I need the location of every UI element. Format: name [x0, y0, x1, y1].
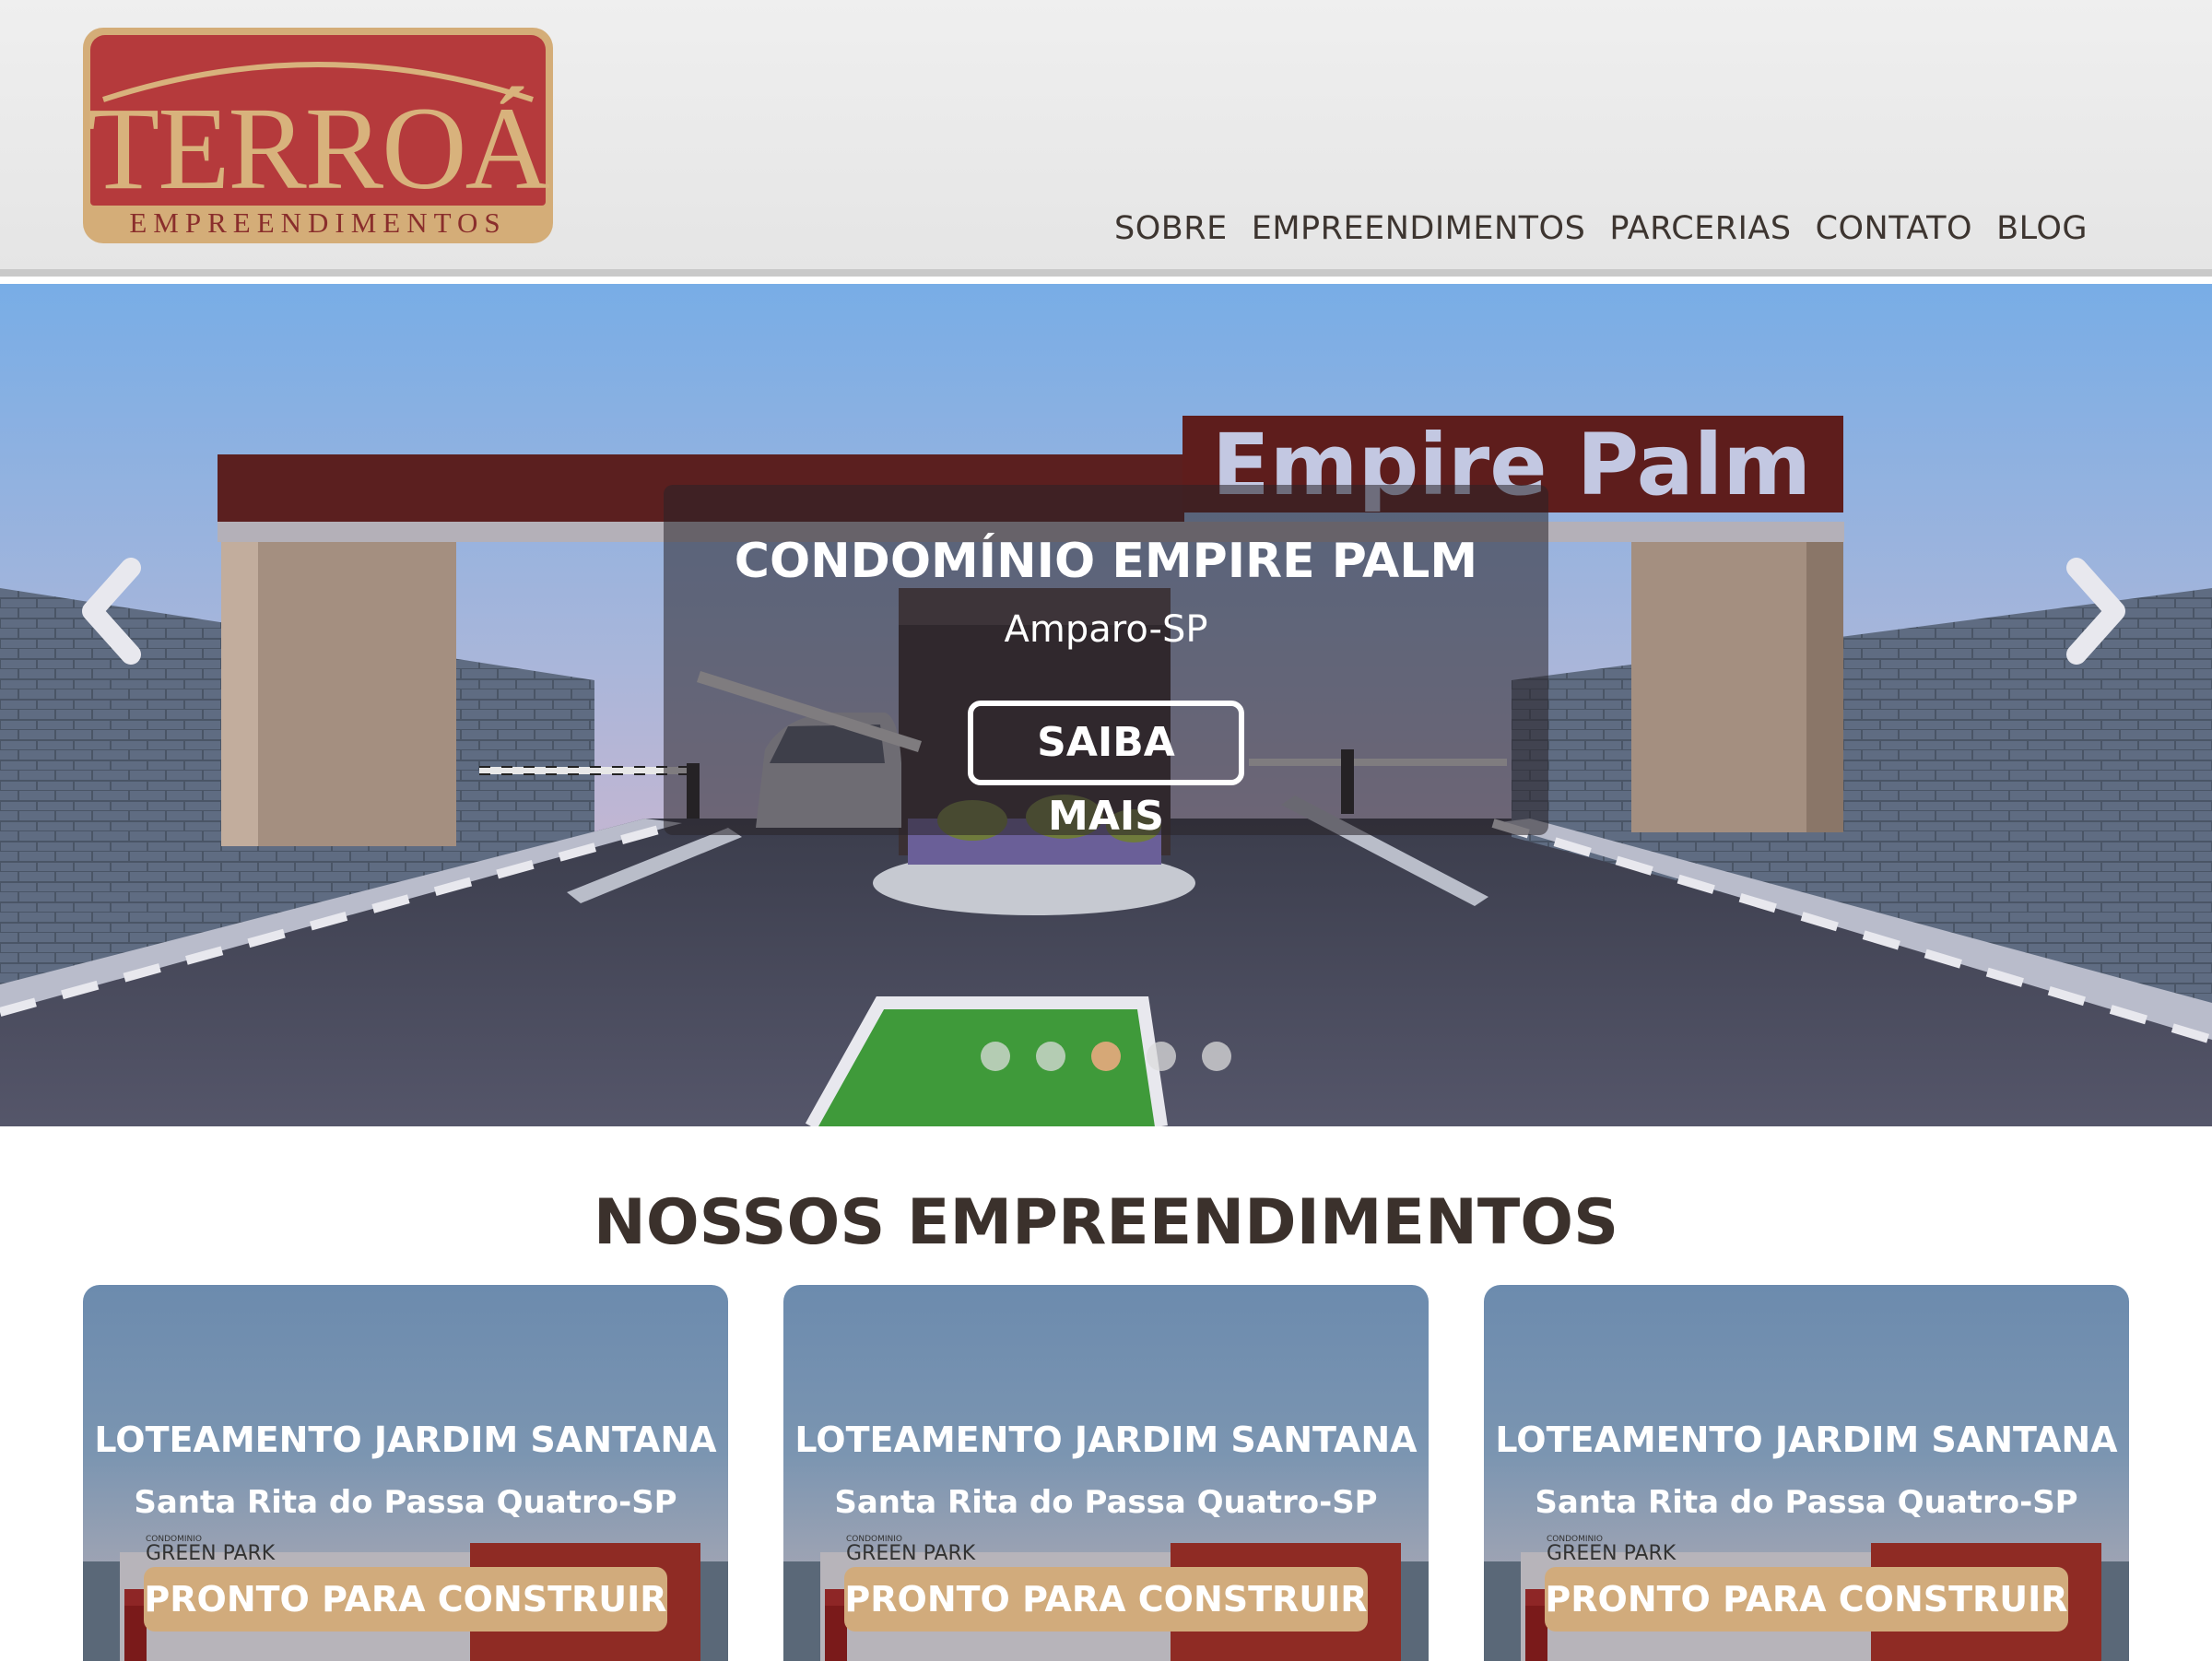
project-card-3[interactable]: CONDOMINIO GREEN PARK LOTEAMENTO JARDIM … — [1484, 1285, 2129, 1661]
slide-subtitle: Amparo-SP — [1004, 608, 1208, 651]
saiba-mais-button[interactable]: SAIBA MAIS — [968, 701, 1244, 840]
section-title: NOSSOS EMPREENDIMENTOS — [593, 1186, 1619, 1259]
hero-carousel: Empire Palm CONDOMÍNIO EMPIRE PALM Ampar… — [0, 284, 2212, 1126]
nav-item-blog[interactable]: BLOG — [1996, 210, 2088, 247]
card-status-badge[interactable]: PRONTO PARA CONSTRUIR — [844, 1567, 1368, 1632]
carousel-dot-3-active[interactable] — [1091, 1042, 1121, 1071]
card-title: LOTEAMENTO JARDIM SANTANA — [94, 1420, 717, 1460]
main-nav: SOBRE EMPREENDIMENTOS PARCERIAS CONTATO … — [1114, 210, 2088, 247]
nav-item-parcerias[interactable]: PARCERIAS — [1609, 210, 1791, 247]
project-card-1[interactable]: CONDOMINIO GREEN PARK LOTEAMENTO JARDIM … — [83, 1285, 728, 1661]
svg-text:GREEN PARK: GREEN PARK — [1547, 1542, 1677, 1565]
card-title: LOTEAMENTO JARDIM SANTANA — [794, 1420, 1418, 1460]
card-status-badge[interactable]: PRONTO PARA CONSTRUIR — [1545, 1567, 2068, 1632]
card-status-badge[interactable]: PRONTO PARA CONSTRUIR — [144, 1567, 667, 1632]
carousel-next-arrow-icon[interactable] — [2051, 551, 2134, 671]
svg-text:GREEN PARK: GREEN PARK — [846, 1542, 976, 1565]
site-header: TERROÁ EMPREENDIMENTOS SOBRE EMPREENDIME… — [0, 0, 2212, 277]
carousel-indicators — [981, 1042, 1231, 1071]
logo-tagline: EMPREENDIMENTOS — [129, 206, 507, 239]
nav-item-sobre[interactable]: SOBRE — [1114, 210, 1228, 247]
card-title: LOTEAMENTO JARDIM SANTANA — [1495, 1420, 2118, 1460]
brand-logo[interactable]: TERROÁ EMPREENDIMENTOS — [83, 28, 553, 243]
nav-item-empreendimentos[interactable]: EMPREENDIMENTOS — [1252, 210, 1586, 247]
card-location: Santa Rita do Passa Quatro-SP — [1535, 1484, 2078, 1521]
logo-wordmark: TERROÁ — [88, 83, 550, 214]
carousel-dot-4[interactable] — [1147, 1042, 1176, 1071]
svg-text:GREEN PARK: GREEN PARK — [146, 1542, 276, 1565]
carousel-dot-1[interactable] — [981, 1042, 1010, 1071]
card-location: Santa Rita do Passa Quatro-SP — [134, 1484, 677, 1521]
card-location: Santa Rita do Passa Quatro-SP — [834, 1484, 1378, 1521]
slide-title: CONDOMÍNIO EMPIRE PALM — [734, 534, 1478, 589]
nav-item-contato[interactable]: CONTATO — [1816, 210, 1973, 247]
project-card-2[interactable]: CONDOMINIO GREEN PARK LOTEAMENTO JARDIM … — [783, 1285, 1429, 1661]
carousel-dot-2[interactable] — [1036, 1042, 1065, 1071]
carousel-dot-5[interactable] — [1202, 1042, 1231, 1071]
carousel-prev-arrow-icon[interactable] — [74, 551, 157, 671]
